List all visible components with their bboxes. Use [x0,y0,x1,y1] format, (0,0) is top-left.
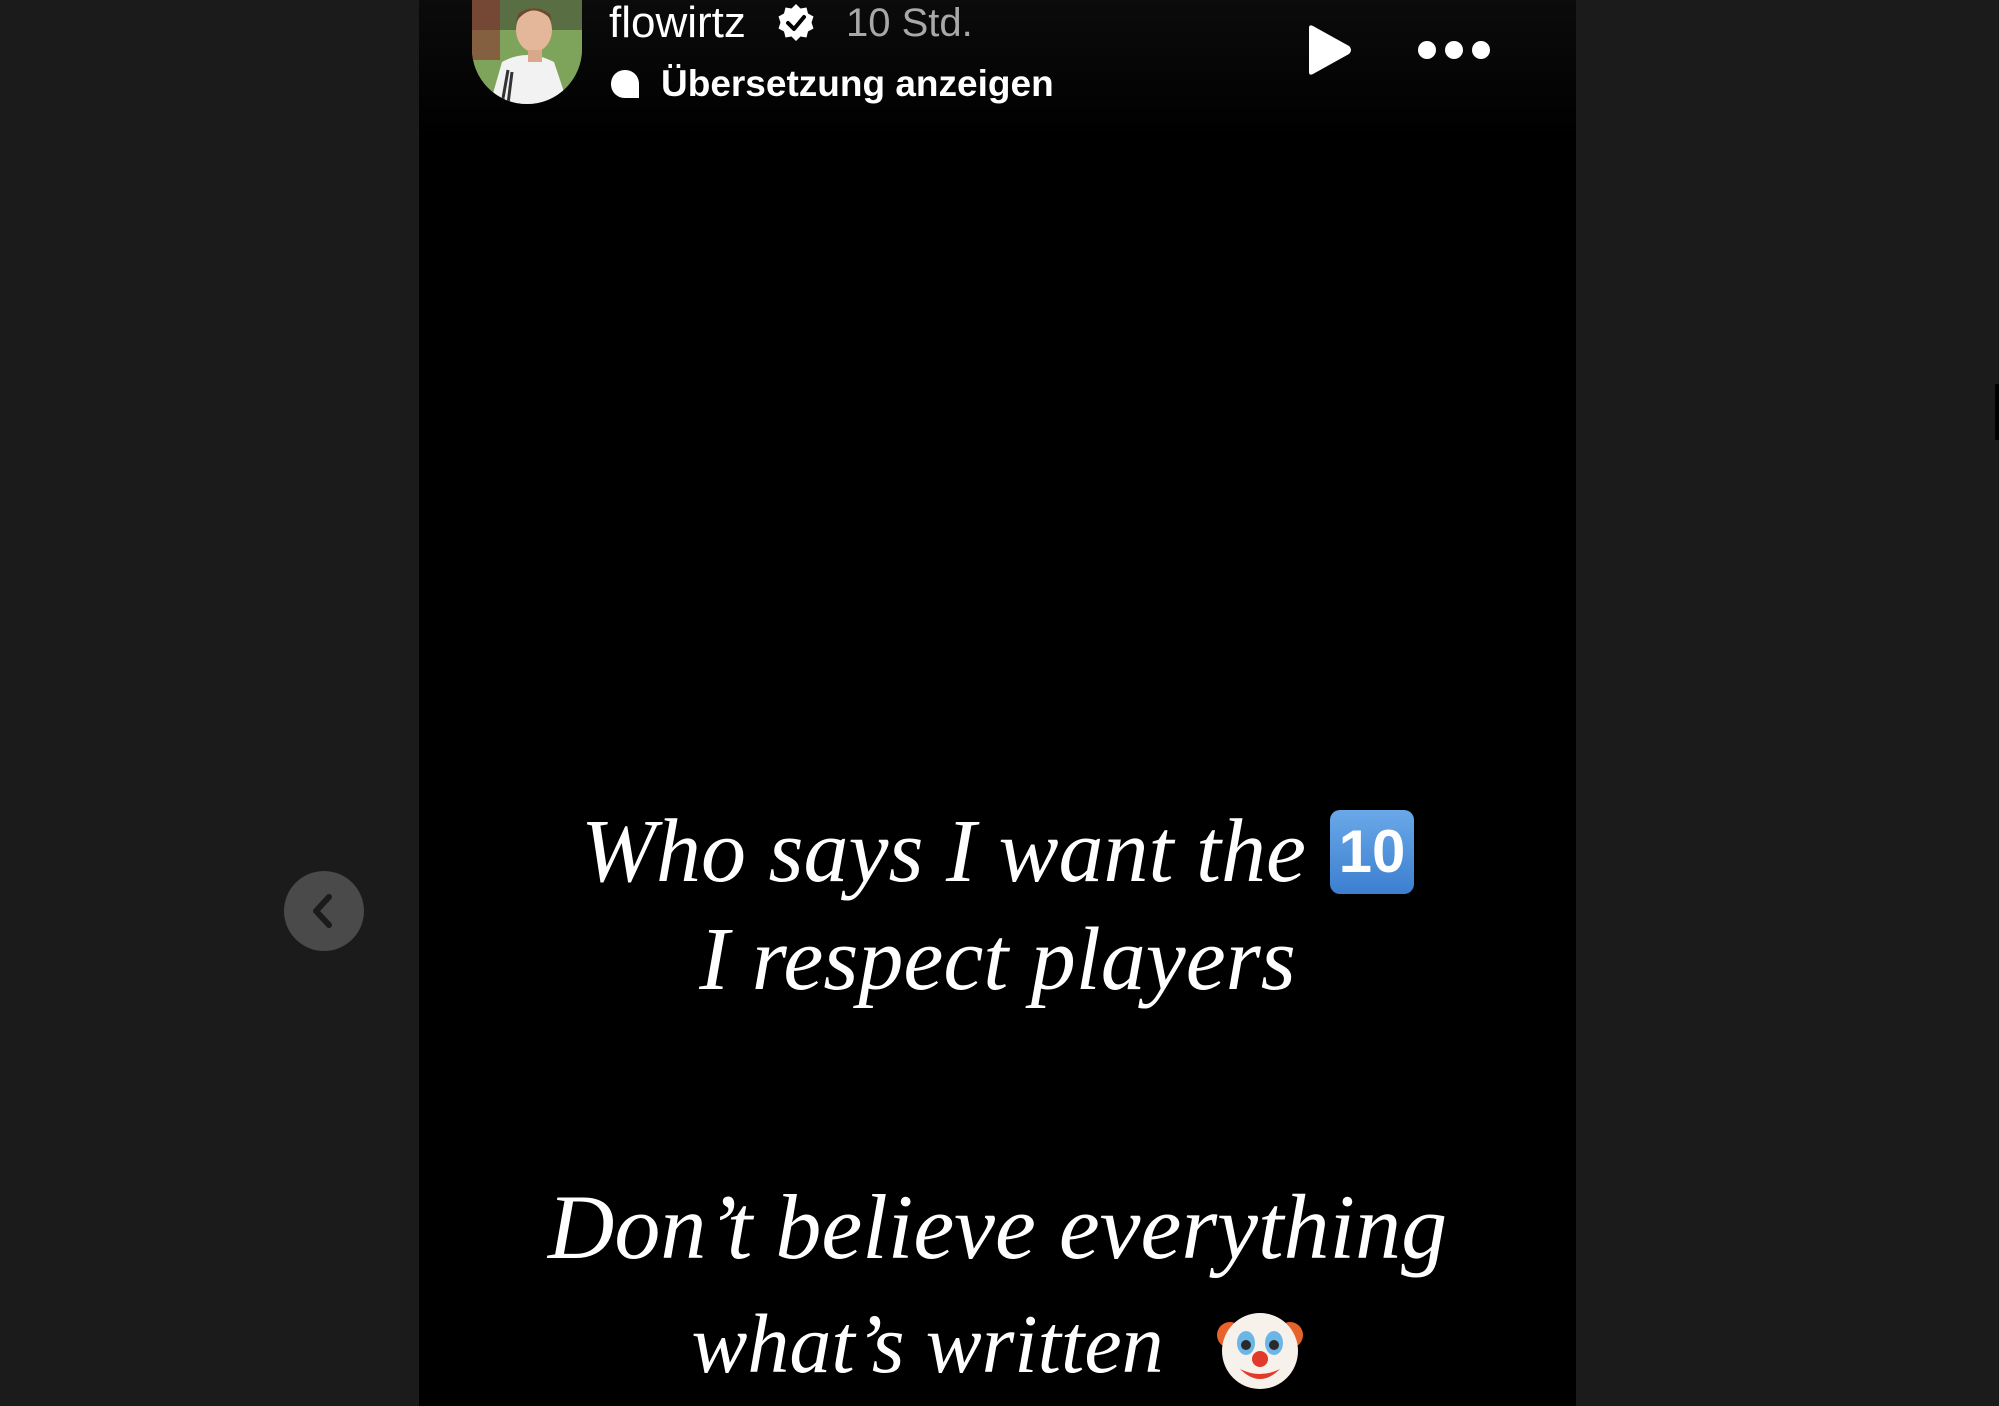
story-text-line-4: what’s written [419,1296,1576,1397]
more-options-icon [1418,41,1490,59]
keycap-ten-emoji: 10 [1329,810,1414,895]
post-time: 10 Std. [846,1,973,45]
story-viewer: flowirtz 10 Std. Übersetzung anzeigen Wh… [0,0,1999,1406]
more-options-button[interactable] [1417,32,1491,68]
speech-bubble-icon [611,70,639,98]
show-translation-button[interactable]: Übersetzung anzeigen [609,62,1054,106]
clown-face-emoji [1216,1312,1303,1389]
story-text-line-1: Who says I want the 10 [419,800,1576,903]
story-text-line-3: Don’t believe everything [547,1176,1448,1278]
story-header: flowirtz 10 Std. Übersetzung anzeigen [419,0,1576,140]
previous-story-button[interactable] [284,871,364,951]
username-link[interactable]: flowirtz [609,0,746,48]
story-text-line-2: I respect players [699,910,1296,1009]
verified-badge-icon [778,4,814,41]
avatar[interactable] [472,0,582,104]
play-icon [1309,25,1351,75]
play-button[interactable] [1303,24,1353,76]
story-frame[interactable]: flowirtz 10 Std. Übersetzung anzeigen Wh… [419,0,1576,1406]
story-text-line-1-label: Who says I want the [581,802,1306,901]
story-text-line-4-label: what’s written [691,1298,1164,1391]
chevron-left-icon [313,894,332,928]
show-translation-label: Übersetzung anzeigen [661,63,1054,104]
window-edge-marker [1995,384,1999,440]
